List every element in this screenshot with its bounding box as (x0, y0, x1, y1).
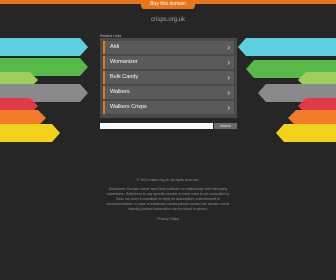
chevron-right-icon: › (227, 58, 230, 67)
related-link-bulk-candy[interactable]: Bulk Candy › (103, 71, 234, 84)
search-button[interactable]: Search (214, 123, 237, 129)
related-link-walkers[interactable]: Walkers › (103, 86, 234, 99)
chevron-right-icon: › (227, 73, 230, 82)
left-arrow-yellow (0, 124, 60, 142)
related-link-aldi[interactable]: Aldi › (103, 41, 234, 54)
related-link-label: Womanizer (110, 59, 138, 65)
chevron-right-icon: › (227, 43, 230, 52)
related-link-label: Bulk Candy (110, 74, 139, 80)
right-arrow-cyan (238, 38, 336, 56)
left-arrow-orange (0, 110, 46, 126)
search-input[interactable] (100, 123, 213, 129)
chevron-right-icon: › (227, 88, 230, 97)
right-arrow-orange (288, 110, 336, 126)
privacy-policy-link[interactable]: Privacy Policy (0, 217, 336, 221)
related-link-label: Aldi (110, 44, 120, 50)
related-links-box: Aldi › Womanizer › Bulk Candy › Walkers … (100, 38, 237, 118)
disclaimer-line: directly (contact information can be fou… (128, 207, 208, 211)
copyright-text: © 2024 crisps.org.uk. All rights reserve… (136, 178, 200, 182)
chevron-right-icon: › (227, 103, 230, 112)
related-link-womanizer[interactable]: Womanizer › (103, 56, 234, 69)
related-link-label: Walkers (110, 89, 130, 95)
related-link-walkers-crisps[interactable]: Walkers Crisps › (103, 101, 234, 114)
right-arrow-yellow (276, 124, 336, 142)
left-arrow-cyan (0, 38, 88, 56)
related-link-label: Walkers Crisps (110, 104, 147, 110)
